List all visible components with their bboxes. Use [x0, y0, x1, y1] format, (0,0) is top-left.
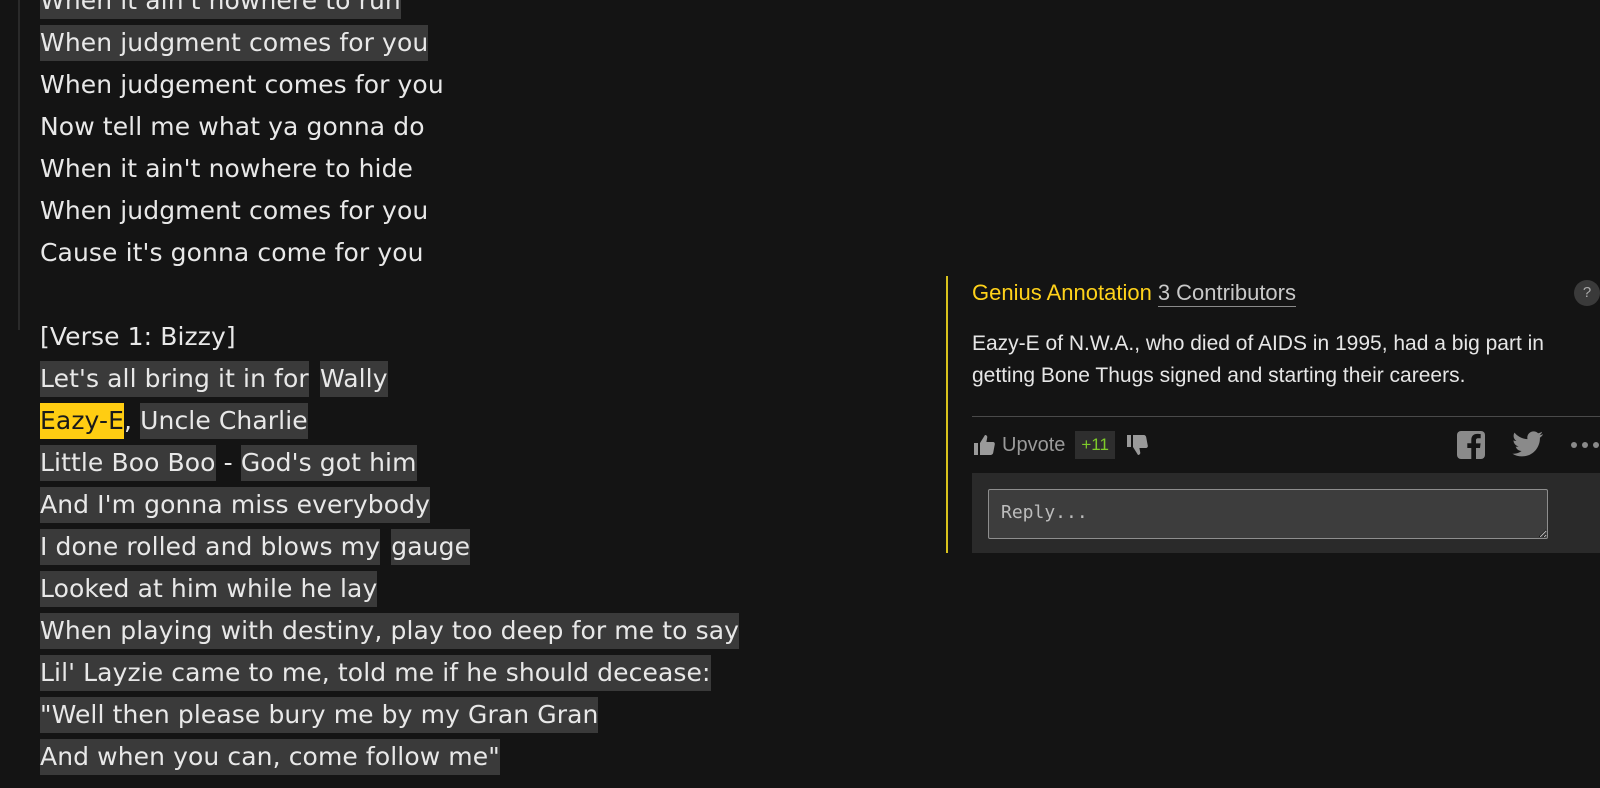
- thumbs-up-icon: [974, 435, 995, 455]
- lyric-text: ,: [124, 406, 141, 435]
- annotated-lyric-fragment[interactable]: Let's all bring it in for: [40, 361, 309, 397]
- lyrics-section-rule: [18, 0, 20, 330]
- song-page: When it ain't nowhere to run When judgmen…: [0, 0, 1600, 788]
- annotation-panel: Genius Annotation 3 Contributors ? Eazy-E…: [946, 276, 1600, 553]
- share-bar: [1456, 417, 1600, 473]
- lyric-line: "Well then please bury me by my Gran Gra…: [40, 694, 860, 736]
- reply-input[interactable]: [988, 489, 1548, 539]
- annotated-lyric-fragment[interactable]: When playing with destiny, play too deep…: [40, 613, 740, 649]
- lyric-line: Eazy-E, Uncle Charlie: [40, 400, 860, 442]
- lyric-text: Now tell me what ya gonna do: [40, 112, 425, 141]
- annotated-lyric-fragment[interactable]: I done rolled and blows my: [40, 529, 381, 565]
- annotation-body: Eazy-E of N.W.A., who died of AIDS in 19…: [972, 332, 1544, 387]
- lyric-line: Let's all bring it in for Wally: [40, 358, 860, 400]
- lyric-text: Cause it's gonna come for you: [40, 238, 424, 267]
- lyric-line: When playing with destiny, play too deep…: [40, 610, 860, 652]
- lyric-text: -: [215, 448, 241, 477]
- upvote-label: Upvote: [1002, 433, 1066, 456]
- thumbs-down-icon: [1126, 435, 1148, 455]
- lyric-text: When judgement comes for you: [40, 70, 444, 99]
- more-icon[interactable]: [1570, 440, 1600, 450]
- vote-score: +11: [1075, 431, 1115, 459]
- lyric-line: When it ain't nowhere to hide: [40, 148, 860, 190]
- annotation-header: Genius Annotation 3 Contributors ?: [972, 276, 1600, 314]
- lyric-line: When judgment comes for you: [40, 22, 860, 64]
- contributors-link[interactable]: 3 Contributors: [1157, 280, 1296, 307]
- annotated-lyric-fragment[interactable]: Little Boo Boo: [40, 445, 216, 481]
- lyric-text: When judgment comes for you: [40, 196, 429, 225]
- annotated-lyric-fragment[interactable]: Wally: [320, 361, 388, 397]
- annotated-lyric-fragment[interactable]: gauge: [391, 529, 471, 565]
- annotated-lyric-fragment[interactable]: And when you can, come follow me": [40, 739, 500, 775]
- lyrics-body: When it ain't nowhere to run When judgmen…: [40, 0, 860, 778]
- lyric-text: When it ain't nowhere to hide: [40, 154, 414, 183]
- annotated-lyric-fragment[interactable]: Looked at him while he lay: [40, 571, 378, 607]
- downvote-button[interactable]: [1125, 433, 1149, 457]
- lyric-line: I done rolled and blows my gauge: [40, 526, 860, 568]
- lyric-line: [Verse 1: Bizzy]: [40, 316, 860, 358]
- lyric-line: Now tell me what ya gonna do: [40, 106, 860, 148]
- twitter-icon[interactable]: [1512, 431, 1544, 459]
- reply-box: [972, 473, 1600, 553]
- annotated-lyric-fragment[interactable]: "Well then please bury me by my Gran Gra…: [40, 697, 599, 733]
- lyric-text: [Verse 1: Bizzy]: [40, 322, 236, 351]
- lyric-line: Cause it's gonna come for you: [40, 232, 860, 274]
- facebook-icon[interactable]: [1456, 430, 1486, 460]
- annotated-lyric-fragment[interactable]: Lil' Layzie came to me, told me if he sh…: [40, 655, 711, 691]
- annotation-title: Genius Annotation: [972, 280, 1152, 305]
- lyric-blank-line: [40, 274, 860, 316]
- active-annotated-fragment[interactable]: Eazy-E: [40, 403, 125, 439]
- lyric-line: And when you can, come follow me": [40, 736, 860, 778]
- upvote-button[interactable]: Upvote: [972, 433, 1065, 457]
- lyric-line: Lil' Layzie came to me, told me if he sh…: [40, 652, 860, 694]
- lyric-line: Looked at him while he lay: [40, 568, 860, 610]
- annotated-lyric-fragment[interactable]: Uncle Charlie: [140, 403, 308, 439]
- lyric-line: And I'm gonna miss everybody: [40, 484, 860, 526]
- annotated-lyric-fragment[interactable]: And I'm gonna miss everybody: [40, 487, 430, 523]
- help-icon[interactable]: ?: [1574, 280, 1600, 306]
- lyric-line: Little Boo Boo - God's got him: [40, 442, 860, 484]
- annotated-lyric-fragment[interactable]: God's got him: [240, 445, 417, 481]
- annotated-lyric-fragment[interactable]: When it ain't nowhere to run: [40, 0, 401, 19]
- lyric-line: When judgement comes for you: [40, 64, 860, 106]
- vote-bar: Upvote +11: [972, 417, 1600, 473]
- lyric-line: When it ain't nowhere to run: [40, 0, 860, 22]
- annotated-lyric-fragment[interactable]: When judgment comes for you: [40, 25, 429, 61]
- lyric-line: When judgment comes for you: [40, 190, 860, 232]
